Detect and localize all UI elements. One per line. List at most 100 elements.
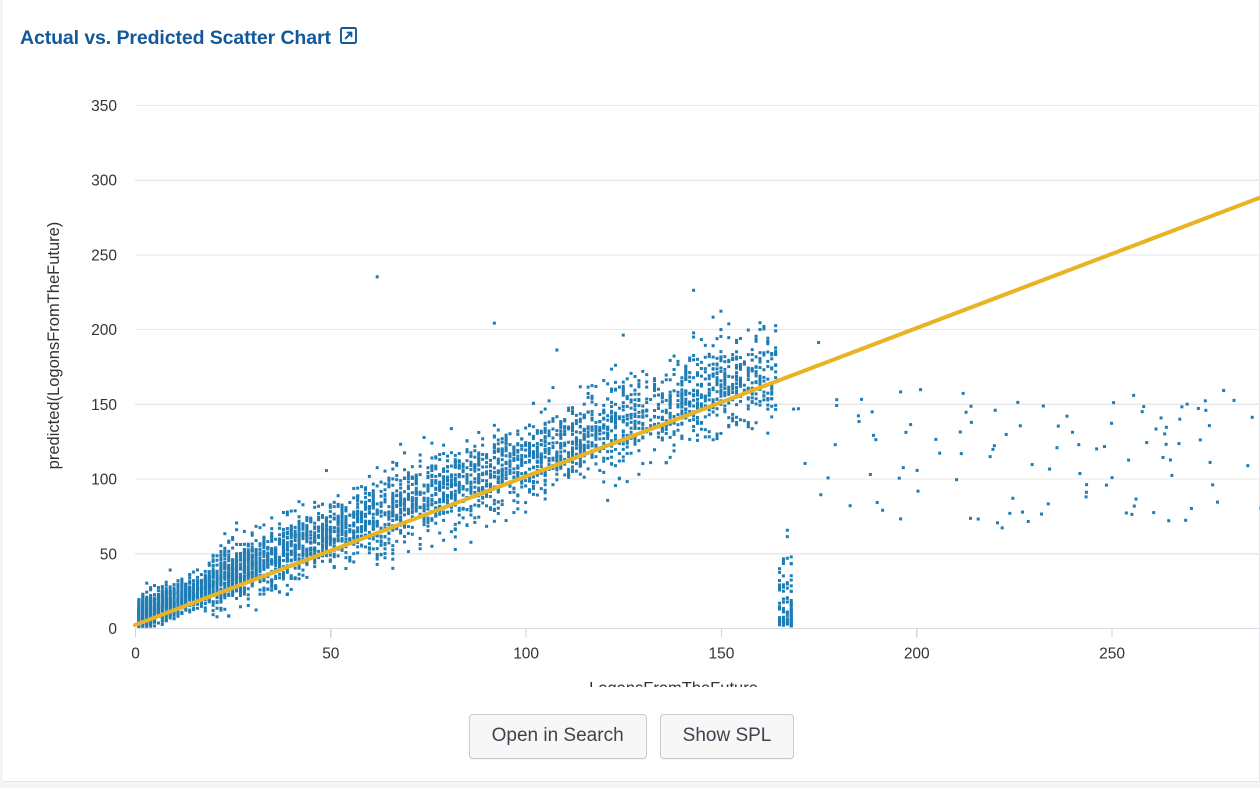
scatter-point — [524, 448, 528, 452]
scatter-point — [668, 406, 672, 410]
scatter-point — [656, 435, 660, 439]
scatter-point — [184, 591, 188, 595]
scatter-point — [735, 403, 739, 407]
scatter-point — [719, 394, 723, 398]
scatter-point — [399, 482, 403, 486]
scatter-point — [145, 595, 149, 599]
scatter-point — [340, 503, 344, 507]
scatter-point — [699, 338, 703, 342]
scatter-point — [391, 566, 395, 570]
scatter-point — [305, 533, 309, 537]
scatter-point — [653, 409, 657, 413]
scatter-point — [594, 455, 598, 459]
scatter-point — [293, 554, 297, 558]
scatter-point — [328, 553, 332, 557]
scatter-point — [371, 537, 375, 541]
scatter-point — [692, 398, 696, 402]
scatter-point — [434, 521, 438, 525]
scatter-point — [676, 359, 680, 363]
scatter-point — [164, 599, 168, 603]
scatter-point — [551, 446, 555, 450]
scatter-point — [766, 359, 770, 363]
scatter-point — [547, 452, 551, 456]
scatter-point — [285, 536, 289, 540]
scatter-point — [535, 452, 539, 455]
scatter-point — [477, 504, 481, 508]
scatter-point — [231, 535, 235, 539]
scatter-point — [254, 539, 258, 543]
scatter-point — [192, 570, 196, 574]
scatter-point — [696, 420, 699, 424]
scatter-point — [395, 493, 399, 497]
open-in-search-button[interactable]: Open in Search — [468, 714, 647, 759]
scatter-point — [254, 547, 258, 551]
scatter-point — [281, 533, 285, 537]
scatter-point — [563, 473, 567, 477]
scatter-point — [512, 511, 516, 515]
scatter-point — [371, 494, 375, 498]
scatter-point — [246, 561, 250, 565]
scatter-point — [621, 433, 625, 437]
scatter-point — [789, 584, 793, 588]
scatter-point — [473, 466, 477, 470]
show-spl-button[interactable]: Show SPL — [659, 714, 795, 759]
scatter-point — [955, 478, 959, 482]
scatter-point — [387, 476, 391, 480]
scatter-point — [543, 488, 547, 492]
scatter-point — [391, 460, 395, 464]
scatter-point — [383, 497, 387, 501]
scatter-point — [442, 496, 446, 500]
scatter-point — [1163, 432, 1167, 436]
scatter-point — [199, 586, 203, 590]
scatter-point — [586, 446, 590, 450]
scatter-point — [160, 590, 164, 594]
scatter-point — [262, 578, 266, 582]
scatter-point — [567, 474, 571, 478]
scatter-point — [778, 607, 782, 611]
scatter-point — [785, 622, 789, 626]
scatter-point — [1018, 424, 1022, 428]
scatter-point — [375, 522, 379, 526]
scatter-point — [535, 429, 539, 433]
scatter-point — [649, 461, 653, 465]
scatter-point — [301, 544, 305, 548]
scatter-point — [645, 409, 649, 413]
scatter-point — [469, 540, 473, 544]
scatter-point — [531, 465, 535, 469]
scatter-point — [285, 555, 289, 559]
scatter-point — [172, 583, 176, 587]
scatter-point — [367, 505, 371, 509]
scatter-point — [512, 490, 516, 494]
scatter-point — [567, 452, 571, 456]
scatter-point — [285, 583, 289, 587]
scatter-point — [1102, 445, 1106, 449]
scatter-point — [426, 466, 430, 470]
scatter-point — [426, 496, 430, 500]
scatter-chart[interactable]: 050100150200250300350050100150200250Logo… — [3, 62, 1260, 687]
scatter-point — [164, 589, 168, 593]
scatter-point — [559, 443, 563, 447]
scatter-point — [551, 457, 555, 461]
scatter-point — [367, 520, 371, 524]
scatter-point — [774, 349, 778, 353]
scatter-point — [371, 489, 375, 493]
scatter-point — [438, 458, 442, 462]
scatter-point — [141, 592, 145, 596]
scatter-point — [211, 603, 215, 607]
scatter-point — [1078, 472, 1082, 476]
scatter-point — [387, 479, 391, 483]
scatter-point — [453, 465, 457, 469]
scatter-point — [481, 486, 485, 490]
external-link-icon[interactable] — [339, 27, 357, 49]
scatter-point — [723, 360, 727, 364]
scatter-point — [531, 401, 535, 405]
scatter-point — [488, 506, 492, 510]
scatter-point — [196, 606, 199, 610]
scatter-point — [656, 402, 660, 406]
scatter-point — [528, 458, 532, 462]
scatter-point — [582, 460, 586, 464]
scatter-point — [387, 537, 391, 541]
scatter-point — [274, 548, 278, 552]
scatter-point — [406, 525, 410, 529]
scatter-point — [727, 365, 731, 369]
